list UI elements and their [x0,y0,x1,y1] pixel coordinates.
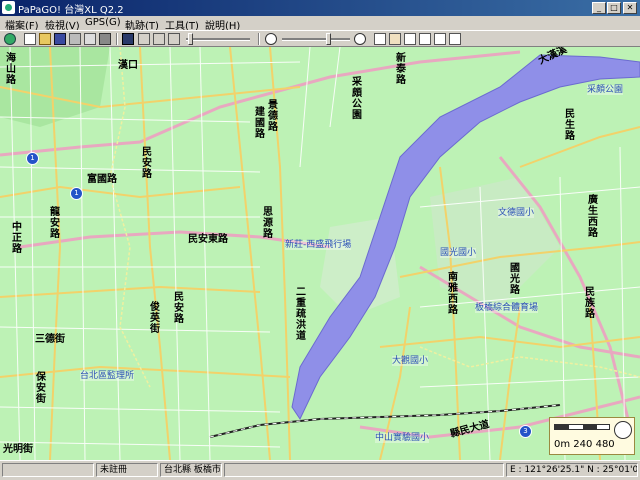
road-label: 民生路 [565,109,575,142]
maximize-button[interactable]: □ [607,2,621,14]
menu-bar: 檔案(F) 檢視(V) GPS(G) 軌跡(T) 工具(T) 說明(H) [0,16,640,32]
road-label: 國光路 [510,263,520,296]
app-logo-icon[interactable] [2,1,15,14]
status-registration: 未註冊 [96,463,158,477]
poi-label: 新莊-西盛飛行場 [285,240,352,250]
road-label: 保安街 [36,372,46,405]
copy-icon[interactable] [99,33,111,45]
playback-slider[interactable] [186,38,250,41]
road-label: 采頗公園 [352,77,362,121]
compass-icon[interactable] [614,421,632,439]
scale-mid: 240 [573,439,593,450]
road-label: 景德路 [268,100,278,133]
scale-right: 480 [595,439,615,450]
zoom-in-icon[interactable] [354,33,366,45]
road-label: 漢口 [118,60,138,71]
poi-label: 采頗公園 [587,85,624,95]
road-label: 光明街 [3,444,33,455]
status-location: 台北縣 板橋市 [160,463,222,477]
poi-label: 板橋綜合體育場 [475,303,539,313]
close-button[interactable]: ✕ [623,2,637,14]
preview-icon[interactable] [84,33,96,45]
map-view[interactable]: 海山路 漢口 景德路 采頗公園 新泰路 大漢溪 采頗公園 民生路 民安路 建國路… [0,47,640,460]
poi-label: 大觀國小 [392,356,429,366]
scale-bar [554,424,610,430]
minimize-button[interactable]: _ [592,2,606,14]
highway-shield-icon: 1 [70,187,83,200]
print-icon[interactable] [69,33,81,45]
zoom-slider-thumb[interactable] [326,33,331,45]
zoom-slider[interactable] [282,38,350,41]
highway-shield-icon: 3 [519,425,532,438]
poi-label: 台北區監理所 [80,371,135,381]
window-title: PaPaGO! 台灣XL Q2.2 [18,5,124,16]
save-icon[interactable] [54,33,66,45]
measure-icon[interactable] [434,33,446,45]
road-label: 思源路 [263,207,273,240]
gps-icon[interactable] [419,33,431,45]
poi-label: 中山實驗國小 [375,433,430,443]
record-icon[interactable] [168,33,180,45]
road-label: 三德街 [35,334,65,345]
new-icon[interactable] [24,33,36,45]
road-label: 富國路 [87,174,117,185]
road-label: 海山路 [6,53,16,86]
poi-label: 國光國小 [440,248,477,258]
rotate-icon[interactable] [404,33,416,45]
toolbar-separator [258,33,260,45]
toolbar-separator [116,33,118,45]
play-icon[interactable] [153,33,165,45]
road-label: 龍安路 [50,207,60,240]
screen-icon[interactable] [122,33,134,45]
scale-text: 0m 240 480 [554,439,615,450]
status-bar: 未註冊 台北縣 板橋市 E : 121°26'25.1" N : 25°01'0… [0,460,640,480]
hand-icon[interactable] [389,33,401,45]
pointer-icon[interactable] [374,33,386,45]
road-label: 建國路 [255,107,265,140]
route-icon[interactable] [449,33,461,45]
road-label: 新泰路 [396,53,406,86]
stop-icon[interactable] [138,33,150,45]
scale-panel: 0m 240 480 [549,417,635,455]
playback-slider-thumb[interactable] [188,33,193,45]
road-label: 廣生西路 [588,195,598,239]
zoom-out-icon[interactable] [265,33,277,45]
road-label: 民安東路 [188,234,228,245]
menu-gps[interactable]: GPS(G) [85,17,121,28]
status-mode [2,463,94,477]
road-label: 中正路 [12,222,22,255]
road-label: 南雅西路 [448,272,458,316]
highway-shield-icon: 1 [26,152,39,165]
road-label: 俊英街 [150,302,160,335]
toolbar [0,30,640,47]
road-label: 民安路 [142,147,152,180]
scale-left: 0m [554,439,571,450]
road-label: 民族路 [585,287,595,320]
secondary-roads [0,47,640,460]
open-icon[interactable] [39,33,51,45]
title-bar: PaPaGO! 台灣XL Q2.2 _ □ ✕ [0,0,640,16]
globe-icon[interactable] [4,33,16,45]
road-label: 民安路 [174,292,184,325]
status-blank [224,463,504,477]
road-label: 二重疏洪道 [296,287,306,342]
poi-label: 文德國小 [498,208,535,218]
status-coordinates: E : 121°26'25.1" N : 25°01'09.8 [506,463,638,477]
map-canvas [0,47,640,460]
